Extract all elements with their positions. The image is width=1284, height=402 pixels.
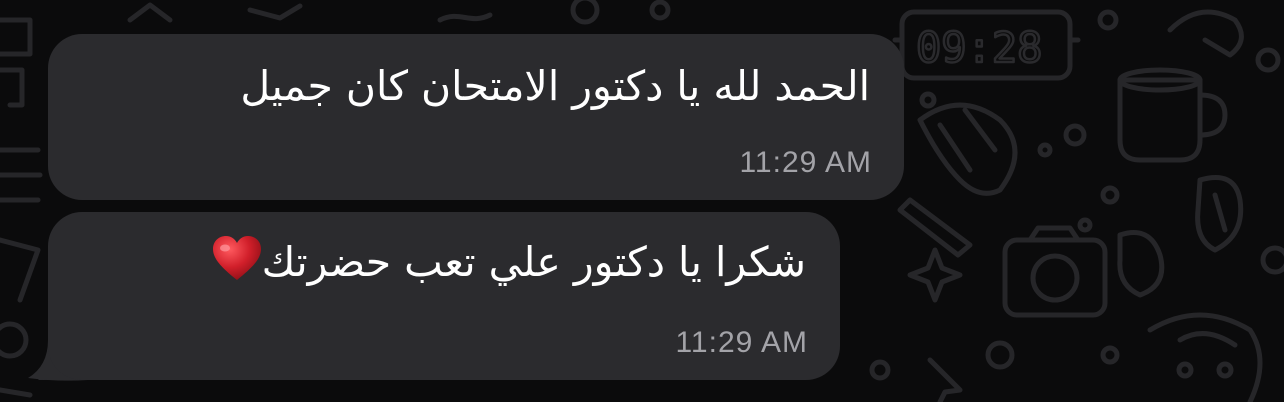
doodle-right-dot-2 [1097, 9, 1119, 31]
doodle-dot [1077, 217, 1093, 233]
doodle-right-edge-circle [1260, 245, 1284, 275]
message-timestamp: 11:29 AM [739, 146, 872, 179]
message-bubble[interactable]: الحمد لله يا دكتور الامتحان كان جميل 11:… [48, 34, 904, 200]
doodle-dot [919, 91, 937, 109]
doodle-bottom-line [0, 387, 33, 398]
doodle-top-caret [127, 2, 173, 23]
doodle-flipflop-strap [1212, 192, 1228, 233]
doodle-flipflop-2 [1117, 230, 1165, 298]
message-timestamp: 11:29 AM [675, 326, 808, 359]
doodle-camera-lens [1030, 253, 1080, 303]
doodle-left-lines [0, 147, 43, 203]
message-bubble[interactable]: شكرا يا دكتور علي تعب حضرتك 11:29 AM [48, 212, 840, 380]
doodle-dot [1037, 142, 1053, 158]
doodle-hat [1167, 9, 1244, 58]
doodle-pencil [897, 197, 973, 258]
doodle-left-circle [0, 321, 29, 359]
doodle-left-shape [0, 67, 25, 108]
doodle-top-wave [247, 3, 303, 21]
doodle-dot [1063, 123, 1087, 147]
doodle-clock-digits: 09:28 [916, 23, 1042, 72]
doodle-left-square [0, 17, 33, 57]
doodle-croissant-lines [937, 107, 998, 173]
doodle-cursor [927, 357, 963, 402]
doodle-dot [1100, 185, 1120, 205]
doodle-top-circle [570, 0, 600, 25]
doodle-dot [869, 359, 891, 381]
message-text: الحمد لله يا دكتور الامتحان كان جميل [240, 62, 870, 110]
red-heart-emoji-icon [212, 236, 261, 280]
doodle-dot [1100, 345, 1120, 365]
doodle-clock-group: 09:28 [892, 9, 1081, 81]
doodle-face-hair [1177, 331, 1238, 348]
doodle-left-pencil [0, 237, 41, 303]
doodle-top-squiggle [437, 12, 493, 23]
doodle-top-circle-small [649, 0, 671, 21]
message-text: شكرا يا دكتور علي تعب حضرتك [261, 238, 806, 286]
doodle-croissant [917, 102, 1018, 196]
doodle-right-dot [1255, 47, 1281, 73]
doodle-face [1147, 312, 1263, 402]
doodle-mug-handle [1197, 92, 1228, 138]
doodle-face-eye [1176, 361, 1194, 379]
message-text-with-emoji: شكرا يا دكتور علي تعب حضرتك [210, 236, 806, 286]
doodle-dot [985, 340, 1015, 370]
doodle-face-eye [1216, 361, 1234, 379]
doodle-camera [1002, 237, 1108, 318]
doodle-star [907, 247, 963, 303]
